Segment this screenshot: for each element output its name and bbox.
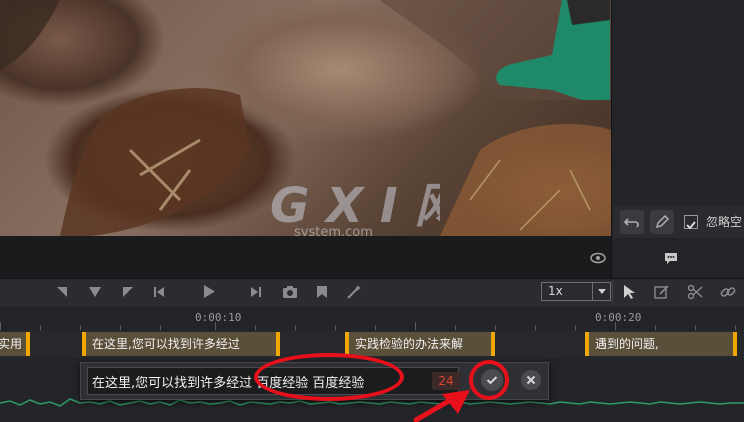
ruler-tick — [0, 322, 1, 330]
boot-shape — [496, 0, 610, 100]
cancel-button[interactable] — [521, 370, 541, 390]
playback-speed-value: 1x — [548, 284, 563, 298]
toolbar-divider — [612, 281, 613, 303]
close-circle-icon — [526, 375, 536, 385]
pointer-icon[interactable] — [622, 284, 636, 300]
video-preview[interactable]: G X I 网 system.com — [0, 0, 611, 236]
mark-out-icon[interactable] — [121, 285, 135, 299]
ignore-option-label: 忽略空 — [706, 215, 743, 229]
playback-speed-select[interactable]: 1x — [541, 282, 611, 301]
magic-wand-icon[interactable] — [346, 284, 362, 300]
subtitle-clip[interactable]: 在这里,您可以找到许多经过 — [82, 332, 280, 356]
scissors-icon[interactable] — [687, 284, 703, 300]
highlight-circle — [469, 360, 509, 400]
subtitle-panel-toolbar: 忽略空 — [613, 206, 744, 238]
undo-icon — [623, 218, 639, 228]
mark-in-icon[interactable] — [55, 285, 69, 299]
eye-icon[interactable] — [590, 252, 606, 264]
checkmark-icon — [686, 221, 696, 230]
previous-frame-icon[interactable] — [152, 285, 166, 299]
svg-text:system.com: system.com — [294, 225, 373, 236]
edit-button[interactable] — [650, 210, 674, 234]
ignore-checkbox[interactable] — [684, 215, 698, 230]
watermark-logo: G X I 网 system.com — [270, 178, 440, 236]
timeline-ruler[interactable]: 0:00:10 0:00:20 — [0, 306, 744, 330]
comment-icon[interactable] — [663, 251, 679, 265]
bookmark-icon[interactable] — [316, 285, 328, 299]
subtitle-clip[interactable]: 实用 — [0, 332, 30, 356]
pencil-icon — [655, 214, 670, 229]
video-editor-window: G X I 网 system.com 忽略空 1x — [0, 0, 744, 422]
play-icon[interactable] — [202, 284, 216, 299]
ruler-tick — [615, 322, 616, 330]
link-icon[interactable] — [720, 284, 736, 300]
highlight-ellipse — [254, 353, 404, 401]
preview-status-strip — [0, 236, 611, 278]
camera-icon[interactable] — [282, 285, 298, 299]
undo-button[interactable] — [620, 210, 644, 234]
subtitle-clip[interactable]: 实践检验的办法来解 — [345, 332, 495, 356]
ruler-label: 0:00:20 — [595, 311, 642, 324]
ruler-tick — [415, 322, 416, 330]
red-arrow-icon — [413, 390, 470, 422]
ruler-tick — [215, 322, 216, 330]
chevron-down-icon — [592, 283, 610, 300]
edit-clip-icon[interactable] — [654, 284, 670, 300]
subtitle-clip[interactable]: 遇到的问题, — [585, 332, 737, 356]
next-frame-icon[interactable] — [249, 285, 263, 299]
down-triangle-icon[interactable] — [88, 286, 102, 298]
ruler-label: 0:00:10 — [195, 311, 242, 324]
